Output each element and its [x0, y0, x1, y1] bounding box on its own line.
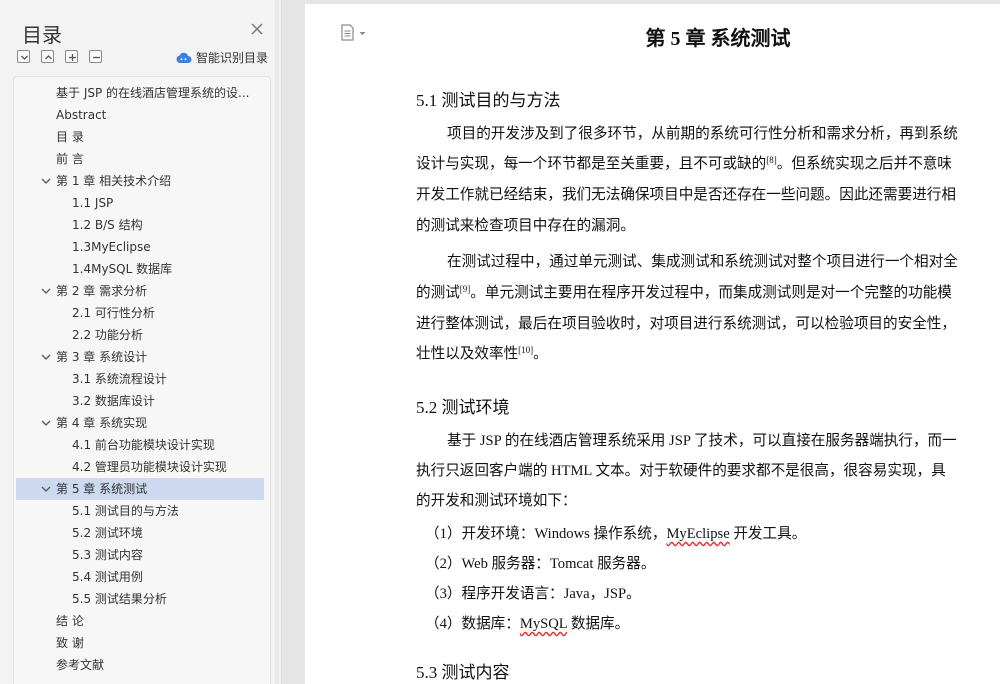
- toc-item[interactable]: 前 言: [16, 148, 264, 170]
- paragraph-line: 开发工作就已经结束，我们无法确保项目中是否还存在一些问题。因此还需要进行相: [416, 187, 956, 203]
- toc-item[interactable]: 2.2 功能分析: [16, 324, 264, 346]
- citation-ref[interactable]: [10]: [518, 345, 533, 355]
- collapse-level-button[interactable]: [89, 50, 102, 63]
- toc-item-label: 结 论: [56, 614, 84, 628]
- toc-item[interactable]: 第 5 章 系统测试: [16, 478, 264, 500]
- chevron-down-icon[interactable]: [41, 485, 51, 493]
- toc-item-label: 2.2 功能分析: [72, 328, 143, 342]
- toc-item[interactable]: 5.1 测试目的与方法: [16, 500, 264, 522]
- close-icon[interactable]: [249, 21, 265, 37]
- toc-item[interactable]: 目 录: [16, 126, 264, 148]
- toc-item-label: 致 谢: [56, 636, 84, 650]
- toc-item-label: 第 4 章 系统实现: [56, 416, 148, 430]
- toc-scrollbar[interactable]: [274, 0, 280, 684]
- toc-item-label: 5.5 测试结果分析: [72, 592, 167, 606]
- toc-item[interactable]: 参考文献: [16, 654, 264, 676]
- toc-item-label: 5.4 测试用例: [72, 570, 143, 584]
- toc-item[interactable]: 第 3 章 系统设计: [16, 346, 264, 368]
- toc-panel: 目录 智能识别目录 基于 JSP 的在线酒店管理系统的设... Abstract 目…: [0, 0, 282, 684]
- toc-item-label: 5.2 测试环境: [72, 526, 143, 540]
- toc-item[interactable]: 第 1 章 相关技术介绍: [16, 170, 264, 192]
- toc-item-label: 4.1 前台功能模块设计实现: [72, 438, 215, 452]
- toc-item[interactable]: 第 2 章 需求分析: [16, 280, 264, 302]
- paragraph-line: 在测试过程中，通过单元测试、集成测试和系统测试对整个项目进行一个相对全: [447, 254, 958, 270]
- toc-item-label: 第 1 章 相关技术介绍: [56, 174, 172, 188]
- smart-toc-button[interactable]: 智能识别目录: [175, 48, 268, 66]
- chevron-down-icon[interactable]: [41, 287, 51, 295]
- toc-item-label: 参考文献: [56, 658, 105, 672]
- list-item: （4）数据库：MySQL 数据库。: [425, 616, 630, 632]
- toc-item-label: 1.4MySQL 数据库: [72, 262, 173, 276]
- citation-ref[interactable]: [8]: [766, 155, 777, 165]
- toc-item[interactable]: 致 谢: [16, 632, 264, 654]
- paragraph-line: 基于 JSP 的在线酒店管理系统采用 JSP 了技术，可以直接在服务器端执行，而…: [447, 433, 957, 449]
- section-heading-5-2: 5.2 测试环境: [416, 398, 510, 417]
- toc-item-label: 5.3 测试内容: [72, 548, 143, 562]
- list-item: （2）Web 服务器：Tomcat 服务器。: [425, 556, 656, 572]
- toc-item[interactable]: 5.2 测试环境: [16, 522, 264, 544]
- paragraph-line: 的测试[9]。单元测试主要用在程序开发过程中，而集成测试则是对一个完整的功能模: [416, 284, 952, 301]
- toc-item-label: 3.1 系统流程设计: [72, 372, 167, 386]
- toc-item[interactable]: 结 论: [16, 610, 264, 632]
- spellcheck-word[interactable]: MySQL: [520, 616, 567, 632]
- paragraph-line: 项目的开发涉及到了很多环节，从前期的系统可行性分析和需求分析，再到系统: [447, 126, 958, 142]
- toc-item[interactable]: 5.4 测试用例: [16, 566, 264, 588]
- toc-item-label: 1.1 JSP: [72, 196, 114, 210]
- expand-level-button[interactable]: [65, 50, 78, 63]
- toc-list: 基于 JSP 的在线酒店管理系统的设... Abstract 目 录前 言第 1 章…: [13, 76, 271, 684]
- paragraph-line: 的测试来检查项目中存在的漏洞。: [416, 218, 635, 234]
- paragraph-line: 的开发和测试环境如下：: [416, 493, 577, 509]
- toc-item-label: Abstract: [56, 108, 107, 122]
- toc-item-label: 3.2 数据库设计: [72, 394, 155, 408]
- toc-item[interactable]: 2.1 可行性分析: [16, 302, 264, 324]
- cloud-icon: [176, 52, 192, 63]
- toc-item[interactable]: 1.4MySQL 数据库: [16, 258, 264, 280]
- paragraph-line: 壮性以及效率性[10]。: [416, 345, 548, 362]
- smart-toc-label: 智能识别目录: [196, 50, 269, 65]
- toc-item[interactable]: 1.1 JSP: [16, 192, 264, 214]
- toc-item[interactable]: 3.1 系统流程设计: [16, 368, 264, 390]
- toc-item[interactable]: Abstract: [16, 104, 264, 126]
- chevron-down-icon[interactable]: [41, 177, 51, 185]
- toc-item-label: 4.2 管理员功能模块设计实现: [72, 460, 227, 474]
- toc-item[interactable]: 基于 JSP 的在线酒店管理系统的设...: [16, 82, 264, 104]
- chevron-down-icon[interactable]: [41, 419, 51, 427]
- section-heading-5-3: 5.3 测试内容: [416, 663, 510, 682]
- toc-item-label: 基于 JSP 的在线酒店管理系统的设...: [56, 86, 250, 100]
- toc-item[interactable]: 3.2 数据库设计: [16, 390, 264, 412]
- toc-item[interactable]: 1.3MyEclipse: [16, 236, 264, 258]
- toc-item-label: 1.2 B/S 结构: [72, 218, 143, 232]
- citation-ref[interactable]: [9]: [460, 284, 471, 294]
- toc-item-label: 2.1 可行性分析: [72, 306, 155, 320]
- toc-item-label: 前 言: [56, 152, 84, 166]
- toc-item[interactable]: 4.1 前台功能模块设计实现: [16, 434, 264, 456]
- toc-item-label: 第 3 章 系统设计: [56, 350, 148, 364]
- expand-up-button[interactable]: [41, 50, 54, 63]
- paragraph-line: 执行只返回客户端的 HTML 文本。对于软硬件的要求都不是很高，很容易实现，具: [416, 463, 946, 479]
- toc-item-label: 5.1 测试目的与方法: [72, 504, 179, 518]
- toc-item-label: 第 2 章 需求分析: [56, 284, 148, 298]
- collapse-all-button[interactable]: [17, 50, 30, 63]
- chevron-down-icon[interactable]: [41, 353, 51, 361]
- spellcheck-word[interactable]: MyEclipse: [666, 526, 729, 542]
- toc-item[interactable]: 4.2 管理员功能模块设计实现: [16, 456, 264, 478]
- list-item: （1）开发环境：Windows 操作系统，MyEclipse 开发工具。: [425, 526, 807, 542]
- list-item: （3）程序开发语言：Java，JSP。: [425, 586, 641, 602]
- paragraph-line: 进行整体测试，最后在项目验收时，对项目进行系统测试，可以检验项目的安全性，: [416, 316, 956, 332]
- section-heading-5-1: 5.1 测试目的与方法: [416, 91, 561, 110]
- toc-item[interactable]: 1.2 B/S 结构: [16, 214, 264, 236]
- toc-item[interactable]: 5.3 测试内容: [16, 544, 264, 566]
- paragraph-line: 设计与实现，每一个环节都是至关重要，且不可或缺的[8]。但系统实现之后并不意味: [416, 155, 952, 172]
- toc-title: 目录: [22, 23, 62, 47]
- toc-item[interactable]: 第 4 章 系统实现: [16, 412, 264, 434]
- toc-item[interactable]: 5.5 测试结果分析: [16, 588, 264, 610]
- toc-item-label: 目 录: [56, 130, 84, 144]
- toc-item-label: 第 5 章 系统测试: [56, 482, 148, 496]
- document-page: [305, 4, 1000, 684]
- toc-item-label: 1.3MyEclipse: [72, 240, 151, 254]
- chapter-title: 第 5 章 系统测试: [645, 28, 791, 50]
